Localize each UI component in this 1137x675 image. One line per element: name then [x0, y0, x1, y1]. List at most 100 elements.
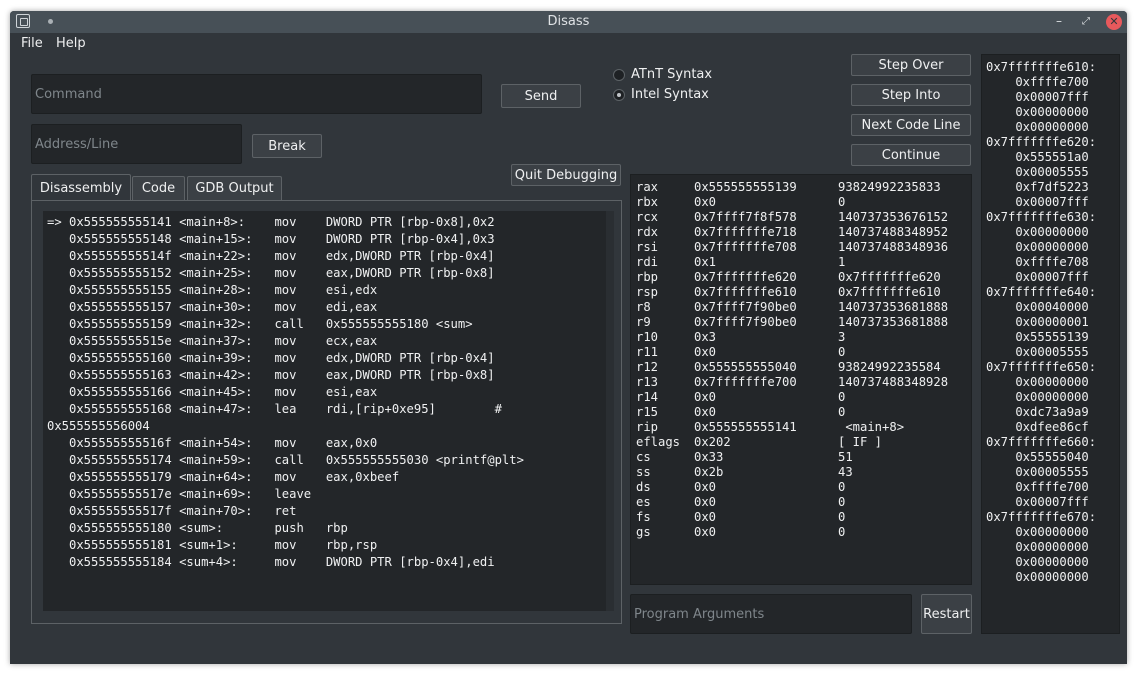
disassembly-line: 0x55555555517f <main+70>: ret	[47, 504, 297, 518]
send-button[interactable]: Send	[501, 84, 581, 108]
memory-line: 0x00000000	[986, 555, 1089, 569]
register-value: [ IF ]	[838, 435, 883, 449]
close-icon[interactable]: ✕	[1106, 14, 1122, 30]
memory-line: 0x555551a0	[986, 150, 1089, 164]
register-hex: 0x555555555040	[694, 360, 797, 374]
register-name: r8	[636, 300, 651, 314]
register-name: rsp	[636, 285, 659, 299]
register-name: rbp	[636, 270, 659, 284]
menu-help[interactable]: Help	[56, 36, 86, 51]
register-value: 0	[838, 405, 846, 419]
disassembly-view[interactable]: => 0x555555555141 <main+8>: mov DWORD PT…	[43, 211, 614, 611]
disassembly-line: 0x555555555155 <main+28>: mov esi,edx	[47, 283, 378, 297]
memory-line: 0x00000000	[986, 240, 1089, 254]
register-hex: 0x2b	[694, 465, 724, 479]
step-over-button[interactable]: Step Over	[851, 54, 971, 76]
register-name: rdi	[636, 255, 659, 269]
register-value: 0x7fffffffe620	[838, 270, 941, 284]
registers-panel[interactable]: rax 0x555555555139 93824992235833 rbx 0x0 0 rc…	[630, 174, 972, 585]
register-name: r13	[636, 375, 659, 389]
disassembly-line: 0x555555555159 <main+32>: call 0x5555555…	[47, 317, 473, 331]
memory-line: 0x7fffffffe660:	[986, 435, 1097, 449]
register-name: es	[636, 495, 651, 509]
program-arguments-input[interactable]: Program Arguments	[630, 594, 912, 634]
register-hex: 0x7fffffffe610	[694, 285, 797, 299]
register-name: rsi	[636, 240, 659, 254]
register-hex: 0x7ffff7f90be0	[694, 300, 797, 314]
register-hex: 0x0	[694, 495, 717, 509]
memory-line: 0x00000000	[986, 105, 1089, 119]
register-value: 3	[838, 330, 846, 344]
disassembly-line: => 0x555555555141 <main+8>: mov DWORD PT…	[47, 215, 495, 229]
memory-line: 0xffffe708	[986, 255, 1089, 269]
window-title: Disass	[547, 14, 590, 29]
memory-line: 0x00007fff	[986, 90, 1089, 104]
menu-file[interactable]: File	[21, 36, 43, 51]
memory-line: 0x7fffffffe630:	[986, 210, 1097, 224]
memory-line: 0xdc73a9a9	[986, 405, 1089, 419]
att-syntax-label: ATnT Syntax	[631, 67, 713, 82]
register-name: r11	[636, 345, 659, 359]
register-value: 43	[838, 465, 853, 479]
memory-line: 0x7fffffffe610:	[986, 60, 1097, 74]
register-name: r12	[636, 360, 659, 374]
register-hex: 0x7fffffffe620	[694, 270, 797, 284]
register-name: eflags	[636, 435, 681, 449]
command-input[interactable]: Command	[31, 74, 482, 114]
register-name: rbx	[636, 195, 659, 209]
register-hex: 0x555555555139	[694, 180, 797, 194]
quit-debugging-button[interactable]: Quit Debugging	[511, 164, 621, 186]
memory-line: 0x55555040	[986, 450, 1089, 464]
register-hex: 0x0	[694, 510, 717, 524]
disassembly-text: => 0x555555555141 <main+8>: mov DWORD PT…	[43, 211, 614, 571]
register-name: ss	[636, 465, 651, 479]
register-name: fs	[636, 510, 651, 524]
break-button[interactable]: Break	[252, 134, 322, 158]
register-name: cs	[636, 450, 651, 464]
register-name: r9	[636, 315, 651, 329]
att-syntax-radio[interactable]	[613, 69, 625, 81]
memory-line: 0xdfee86cf	[986, 420, 1089, 434]
register-hex: 0x7ffff7f90be0	[694, 315, 797, 329]
register-hex: 0x202	[694, 435, 731, 449]
register-value: 0	[838, 480, 846, 494]
disassembly-line: 0x55555555514f <main+22>: mov edx,DWORD …	[47, 249, 495, 263]
memory-line: 0x7fffffffe620:	[986, 135, 1097, 149]
memory-line: 0x00000000	[986, 390, 1089, 404]
disassembly-line: 0x555555555179 <main+64>: mov eax,0xbeef	[47, 470, 400, 484]
register-name: r15	[636, 405, 659, 419]
disassembly-line: 0x555555555148 <main+15>: mov DWORD PTR …	[47, 232, 495, 246]
register-value: 0	[838, 525, 846, 539]
memory-line: 0xffffe700	[986, 75, 1089, 89]
maximize-icon[interactable]: ⤢	[1078, 14, 1094, 30]
register-name: r10	[636, 330, 659, 344]
register-hex: 0x7fffffffe718	[694, 225, 797, 239]
memory-line: 0x7fffffffe670:	[986, 510, 1097, 524]
intel-syntax-radio[interactable]	[613, 89, 625, 101]
address-line-input[interactable]: Address/Line	[31, 124, 242, 164]
register-value: 140737353681888	[838, 315, 949, 329]
disassembly-line: 0x555555556004	[47, 419, 150, 433]
title-bar[interactable]: Disass – ⤢ ✕	[10, 11, 1127, 33]
memory-panel[interactable]: 0x7fffffffe610: 0xffffe700 0x00007fff 0x…	[981, 54, 1120, 634]
register-hex: 0x0	[694, 405, 717, 419]
register-hex: 0x555555555141	[694, 420, 797, 434]
memory-line: 0x55555139	[986, 330, 1089, 344]
step-into-button[interactable]: Step Into	[851, 84, 971, 106]
tab-code[interactable]: Code	[132, 176, 185, 200]
minimize-icon[interactable]: –	[1051, 14, 1067, 30]
continue-button[interactable]: Continue	[851, 144, 971, 166]
tab-gdb-output[interactable]: GDB Output	[187, 176, 282, 200]
disassembly-line: 0x555555555160 <main+39>: mov edx,DWORD …	[47, 351, 495, 365]
next-code-line-button[interactable]: Next Code Line	[851, 114, 971, 136]
restart-button[interactable]: Restart	[921, 594, 972, 634]
memory-line: 0x00007fff	[986, 270, 1089, 284]
intel-syntax-label: Intel Syntax	[631, 87, 709, 102]
disassembly-scrollbar[interactable]	[606, 211, 614, 611]
register-value: 140737353681888	[838, 300, 949, 314]
register-value: 0	[838, 510, 846, 524]
register-hex: 0x1	[694, 255, 717, 269]
register-name: rax	[636, 180, 659, 194]
tab-disassembly[interactable]: Disassembly	[31, 174, 131, 201]
disassembly-line: 0x555555555184 <sum+4>: mov DWORD PTR [r…	[47, 555, 495, 569]
